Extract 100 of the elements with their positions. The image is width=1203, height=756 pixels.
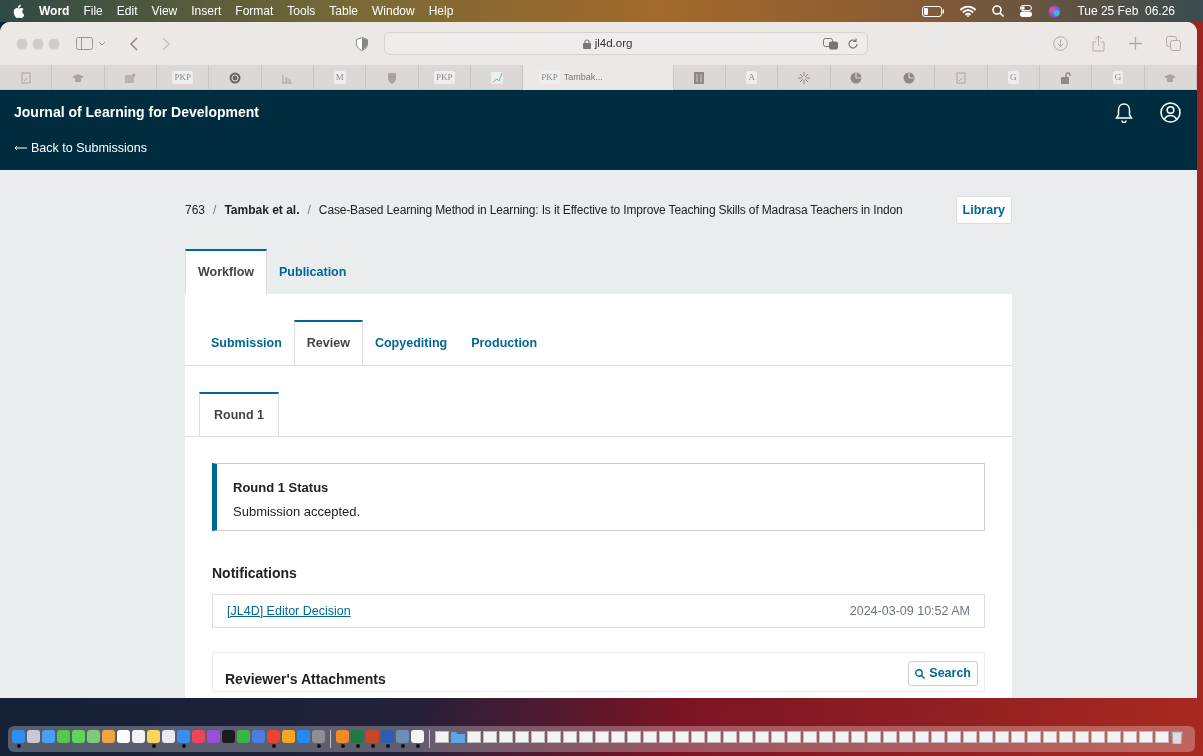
document-thumbnail[interactable] [435,730,449,743]
menu-item[interactable]: Help [421,2,461,20]
bell-icon[interactable] [1114,102,1134,123]
app-icon[interactable] [27,730,40,743]
menu-item[interactable]: Format [228,2,281,20]
document-thumbnail[interactable] [595,730,609,743]
search-button[interactable]: Search [908,661,978,686]
document-thumbnail[interactable] [531,730,545,743]
document-thumbnail[interactable] [563,730,577,743]
back-icon[interactable] [130,36,138,51]
document-thumbnail[interactable] [627,730,641,743]
document-thumbnail[interactable] [867,730,881,743]
document-thumbnail[interactable] [931,730,945,743]
document-thumbnail[interactable] [1043,730,1057,743]
library-button[interactable]: Library [955,195,1012,225]
document-thumbnail[interactable] [691,730,705,743]
address-bar[interactable]: jl4d.org [383,32,868,55]
app-icon[interactable] [222,730,235,743]
document-thumbnail[interactable] [787,730,801,743]
battery-icon[interactable] [922,5,945,17]
document-thumbnail[interactable] [1155,730,1169,743]
document-thumbnail[interactable] [1027,730,1041,743]
search-icon[interactable] [992,5,1005,17]
document-thumbnail[interactable] [899,730,913,743]
app-icon[interactable] [411,730,424,743]
document-thumbnail[interactable] [611,730,625,743]
document-thumbnail[interactable] [723,730,737,743]
document-thumbnail[interactable] [483,730,497,743]
stage-tab[interactable]: Submission [199,319,294,365]
stage-tab[interactable]: Production [459,319,550,365]
trash-icon[interactable] [1171,729,1183,744]
app-icon[interactable] [336,730,349,743]
toggle-icon[interactable] [1020,5,1033,17]
app-icon[interactable] [162,730,175,743]
clock-text[interactable]: Tue 25 Feb 06.26 [1077,2,1175,20]
document-thumbnail[interactable] [659,730,673,743]
menu-item[interactable]: Tools [280,2,323,20]
app-icon[interactable] [87,730,100,743]
document-thumbnail[interactable] [963,730,977,743]
document-thumbnail[interactable] [739,730,753,743]
menu-item[interactable]: Table [322,2,365,20]
document-thumbnail[interactable] [803,730,817,743]
document-thumbnail[interactable] [579,730,593,743]
page-tab[interactable]: Workflow [185,249,268,294]
document-thumbnail[interactable] [499,730,513,743]
document-thumbnail[interactable] [883,730,897,743]
shield-icon[interactable] [355,36,368,51]
folder-icon[interactable] [451,730,465,743]
status-title: Round 1 Status [233,479,330,498]
app-icon[interactable] [57,730,70,743]
document-thumbnail[interactable] [755,730,769,743]
document-thumbnail[interactable] [547,730,561,743]
app-icon[interactable] [147,730,160,743]
menu-item[interactable]: Insert [184,2,229,20]
journal-title[interactable]: Journal of Learning for Development [14,102,260,123]
orb-icon[interactable] [1048,4,1062,18]
back-link[interactable]: Back to Submissions [14,139,148,158]
menu-item[interactable]: Window [365,2,422,20]
document-thumbnail[interactable] [467,730,481,743]
document-thumbnail[interactable] [1091,730,1105,743]
document-thumbnail[interactable] [819,730,833,743]
document-thumbnail[interactable] [1075,730,1089,743]
app-icon[interactable] [102,730,115,743]
user-account-icon[interactable] [1160,102,1181,123]
document-thumbnail[interactable] [515,730,529,743]
document-thumbnail[interactable] [947,730,961,743]
app-menu[interactable]: Word [32,2,77,20]
document-thumbnail[interactable] [1107,730,1121,743]
page-tab[interactable]: Publication [267,249,359,294]
menu-item[interactable]: View [144,2,185,20]
apple-icon[interactable] [12,4,24,18]
document-thumbnail[interactable] [1059,730,1073,743]
document-thumbnail[interactable] [707,730,721,743]
document-thumbnail[interactable] [851,730,865,743]
document-thumbnail[interactable] [1139,730,1153,743]
round-tab[interactable]: Round 1 [199,391,279,437]
document-thumbnail[interactable] [979,730,993,743]
document-thumbnail[interactable] [643,730,657,743]
document-thumbnail[interactable] [771,730,785,743]
graduation-cap-icon [72,71,84,84]
notification-link[interactable]: [JL4D] Editor Decision [227,601,351,621]
menu-item[interactable]: File [76,2,110,20]
document-thumbnail[interactable] [915,730,929,743]
app-icon[interactable] [132,730,145,743]
sidebar-icon[interactable] [76,37,106,50]
browser-tab[interactable]: PKP Tambak... [523,65,674,90]
app-icon[interactable] [117,730,130,743]
document-thumbnail[interactable] [1011,730,1025,743]
stage-tab[interactable]: Review [293,319,363,365]
app-icon[interactable] [282,730,295,743]
document-thumbnail[interactable] [675,730,689,743]
document-thumbnail[interactable] [1123,730,1137,743]
stage-tab[interactable]: Copyediting [362,319,460,365]
wifi-icon[interactable] [960,5,977,17]
document-thumbnail[interactable] [995,730,1009,743]
translate-icon[interactable] [822,37,839,50]
menu-item[interactable]: Edit [109,2,145,20]
document-thumbnail[interactable] [835,730,849,743]
app-icon[interactable] [72,730,85,743]
reload-icon[interactable] [846,37,859,50]
